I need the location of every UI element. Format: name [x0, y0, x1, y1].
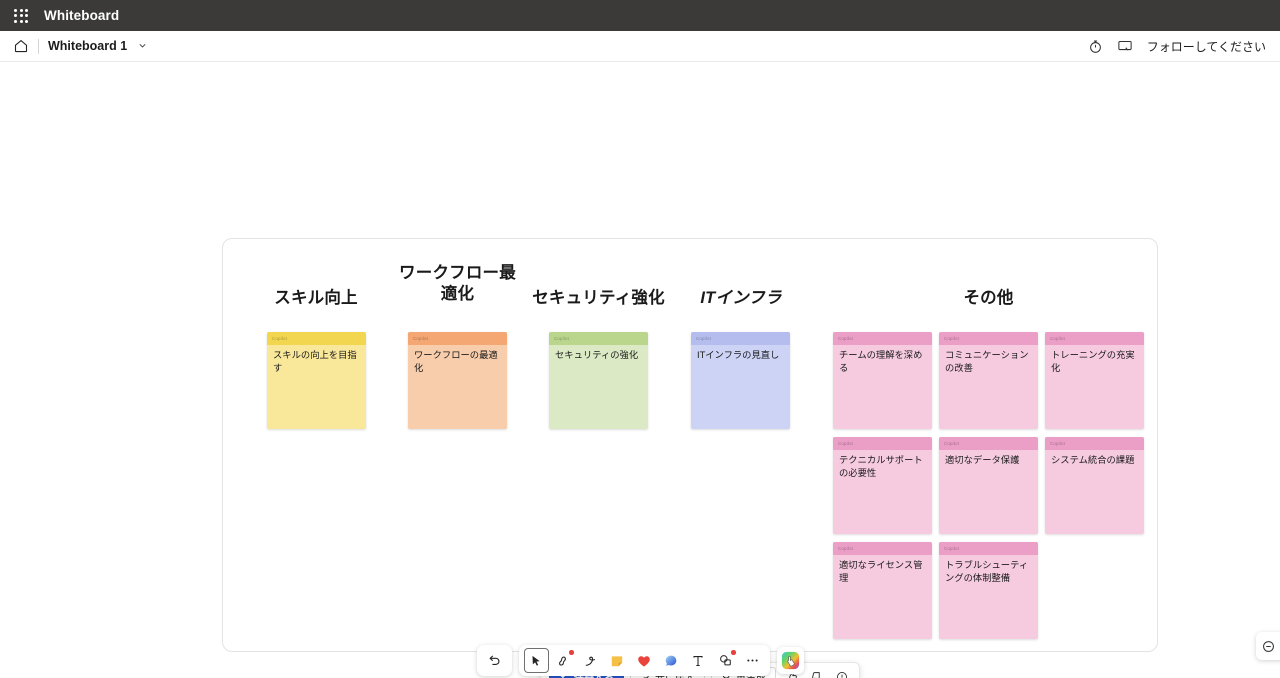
sticky-note-author-tag: Copilot [1045, 437, 1144, 450]
sticky-note-author-tag: Copilot [267, 332, 366, 345]
sticky-note-author-tag: Copilot [939, 437, 1038, 450]
sticky-note-author-tag: Copilot [1045, 332, 1144, 345]
sticky-note-author-tag: Copilot [939, 542, 1038, 555]
sticky-note[interactable]: Copilot ワークフローの最適化 [408, 332, 507, 429]
copilot-cursor-icon[interactable] [776, 647, 804, 674]
sticky-note-text: セキュリティの強化 [555, 350, 639, 360]
sticky-note-text: トラブルシューティングの体制整備 [945, 560, 1029, 584]
app-title: Whiteboard [44, 8, 120, 23]
board-name[interactable]: Whiteboard 1 [48, 39, 127, 53]
sticky-note-author-tag: Copilot [691, 332, 790, 345]
follow-me-label[interactable]: フォローしてください [1147, 38, 1266, 55]
sticky-note-author-tag: Copilot [549, 332, 648, 345]
sticky-note-text: 適切なデータ保護 [945, 455, 1020, 465]
breadcrumb: Whiteboard 1 [12, 38, 147, 55]
sticky-note-author-tag: Copilot [833, 542, 932, 555]
present-screen-icon[interactable] [1117, 38, 1134, 55]
zoom-out-icon[interactable] [1256, 632, 1280, 660]
sticky-note-text: チームの理解を深める [839, 350, 923, 374]
sticky-note-text: システム統合の課題 [1051, 455, 1135, 465]
notification-badge [569, 650, 574, 655]
command-bar: Whiteboard 1 フォローしてください [0, 31, 1280, 62]
column-header-workflow[interactable]: ワークフロー最適化 [391, 263, 524, 305]
sticky-note[interactable]: Copilot ITインフラの見直し [691, 332, 790, 429]
notification-badge [731, 650, 736, 655]
sticky-note-author-tag: Copilot [408, 332, 507, 345]
sticky-note-author-tag: Copilot [939, 332, 1038, 345]
chevron-down-icon[interactable] [138, 41, 147, 52]
column-header-other[interactable]: その他 [928, 288, 1049, 309]
more-options-icon[interactable] [740, 648, 765, 673]
sticky-note-text: コミュニケーションの改善 [945, 350, 1029, 374]
pen-ink-icon[interactable] [578, 648, 603, 673]
sticky-note[interactable]: Copilot テクニカルサポートの必要性 [833, 437, 932, 534]
sticky-note-text: テクニカルサポートの必要性 [839, 455, 923, 479]
laser-pointer-icon[interactable] [551, 648, 576, 673]
cursor-select-icon[interactable] [523, 648, 549, 673]
sticky-note[interactable]: Copilot 適切なデータ保護 [939, 437, 1038, 534]
sticky-note[interactable]: Copilot トラブルシューティングの体制整備 [939, 542, 1038, 639]
undo-group [476, 645, 512, 676]
sticky-note-author-tag: Copilot [833, 332, 932, 345]
sticky-note[interactable]: Copilot セキュリティの強化 [549, 332, 648, 429]
sticky-note-text: スキルの向上を目指す [273, 350, 357, 374]
sticky-note[interactable]: Copilot コミュニケーションの改善 [939, 332, 1038, 429]
home-icon[interactable] [12, 38, 29, 55]
column-header-security[interactable]: セキュリティ強化 [525, 288, 672, 309]
shape-icon[interactable] [659, 648, 684, 673]
sticky-note[interactable]: Copilot システム統合の課題 [1045, 437, 1144, 534]
sticky-note[interactable]: Copilot 適切なライセンス管理 [833, 542, 932, 639]
app-launcher-icon[interactable] [8, 3, 34, 29]
tools-group [518, 645, 770, 676]
sticky-note-text: ワークフローの最適化 [414, 350, 498, 374]
whiteboard-canvas[interactable]: スキル向上 ワークフロー最適化 セキュリティ強化 ITインフラ その他 Copi… [0, 62, 1280, 678]
template-icon[interactable] [713, 648, 738, 673]
sticky-note[interactable]: Copilot トレーニングの充実化 [1045, 332, 1144, 429]
sticky-note[interactable]: Copilot チームの理解を深める [833, 332, 932, 429]
command-bar-actions: フォローしてください [1087, 38, 1268, 55]
sticky-note-icon[interactable] [605, 648, 630, 673]
text-icon[interactable] [686, 648, 711, 673]
sticky-note-author-tag: Copilot [833, 437, 932, 450]
sticky-note-text: ITインフラの見直し [697, 350, 780, 360]
breadcrumb-divider [38, 38, 39, 54]
timer-icon[interactable] [1087, 38, 1104, 55]
sticky-note-text: トレーニングの充実化 [1051, 350, 1135, 374]
sticky-note-text: 適切なライセンス管理 [839, 560, 923, 584]
app-bar: Whiteboard [0, 0, 1280, 31]
sticky-note[interactable]: Copilot スキルの向上を目指す [267, 332, 366, 429]
column-header-it-infra[interactable]: ITインフラ [678, 288, 804, 309]
bottom-toolbar [0, 632, 1280, 676]
column-header-skill[interactable]: スキル向上 [256, 288, 376, 309]
heart-reaction-icon[interactable] [632, 648, 657, 673]
undo-icon[interactable] [482, 648, 507, 673]
